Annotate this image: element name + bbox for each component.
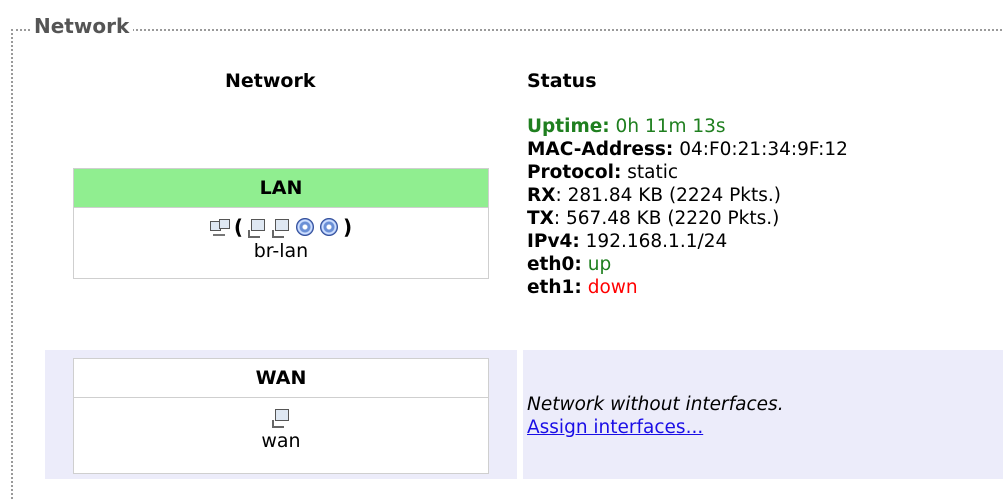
protocol-label: Protocol: bbox=[527, 162, 622, 183]
tx-value: : 567.48 KB (2220 Pkts.) bbox=[553, 208, 780, 229]
eth1-value: down bbox=[581, 277, 638, 298]
lan-status: Uptime: 0h 11m 13s MAC-Address: 04:F0:21… bbox=[527, 115, 848, 299]
fieldset-legend: Network bbox=[30, 14, 134, 38]
uptime-label: Uptime: bbox=[527, 116, 610, 137]
mac-value: 04:F0:21:34:9F:12 bbox=[673, 139, 848, 160]
rx-value: : 281.84 KB (2224 Pkts.) bbox=[555, 185, 781, 206]
wan-interface-name: wan bbox=[261, 430, 301, 452]
rx-line: RX: 281.84 KB (2224 Pkts.) bbox=[527, 184, 848, 207]
wireless-icon bbox=[319, 217, 339, 237]
eth0-line: eth0: up bbox=[527, 253, 848, 276]
mac-label: MAC-Address: bbox=[527, 139, 674, 160]
protocol-value: static bbox=[621, 162, 679, 183]
tx-label: TX bbox=[527, 208, 554, 229]
eth0-value: up bbox=[581, 254, 612, 275]
eth0-label: eth0: bbox=[527, 254, 582, 275]
protocol-line: Protocol: static bbox=[527, 161, 848, 184]
paren-open: ( bbox=[233, 215, 243, 239]
column-header-network: Network bbox=[225, 70, 316, 92]
ipv4-label: IPv4: bbox=[527, 231, 580, 252]
wan-status: Network without interfaces. Assign inter… bbox=[527, 393, 784, 439]
lan-interface-icons: ( ) bbox=[74, 214, 488, 240]
lan-header: LAN bbox=[74, 169, 488, 208]
uptime-line: Uptime: 0h 11m 13s bbox=[527, 115, 848, 138]
ethernet-port-icon bbox=[271, 407, 291, 428]
uptime-value: 0h 11m 13s bbox=[609, 116, 726, 137]
ethernet-port-icon bbox=[271, 217, 291, 238]
column-header-status: Status bbox=[527, 70, 597, 92]
eth1-label: eth1: bbox=[527, 277, 582, 298]
bridge-icon bbox=[209, 217, 230, 237]
wan-status-text: Network without interfaces. bbox=[527, 394, 784, 415]
mac-line: MAC-Address: 04:F0:21:34:9F:12 bbox=[527, 138, 848, 161]
tx-line: TX: 567.48 KB (2220 Pkts.) bbox=[527, 207, 848, 230]
paren-close: ) bbox=[343, 215, 353, 239]
wan-header: WAN bbox=[74, 359, 488, 398]
wireless-icon bbox=[295, 217, 315, 237]
ipv4-value: 192.168.1.1/24 bbox=[579, 231, 728, 252]
lan-interface-name: br-lan bbox=[253, 240, 309, 262]
ethernet-port-icon bbox=[247, 217, 267, 238]
wan-interface-icons bbox=[74, 404, 488, 430]
assign-interfaces-link[interactable]: Assign interfaces... bbox=[527, 417, 703, 438]
lan-network-box[interactable]: LAN ( ) br-lan bbox=[73, 168, 489, 279]
eth1-line: eth1: down bbox=[527, 276, 848, 299]
rx-label: RX bbox=[527, 185, 556, 206]
ipv4-line: IPv4: 192.168.1.1/24 bbox=[527, 230, 848, 253]
wan-network-box[interactable]: WAN wan bbox=[73, 358, 489, 474]
